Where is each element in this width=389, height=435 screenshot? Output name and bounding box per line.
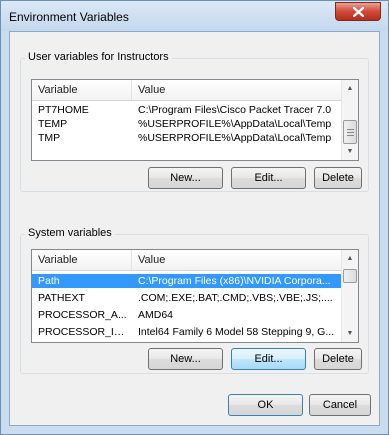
window-title: Environment Variables <box>9 10 129 24</box>
user-variables-scrollbar[interactable]: ▲ ▼ <box>341 80 358 160</box>
system-variables-scrollbar[interactable]: ▲ ▼ <box>341 250 358 342</box>
ok-button[interactable]: OK <box>228 394 303 416</box>
table-row[interactable]: TEMP %USERPROFILE%\AppData\Local\Temp <box>32 117 342 131</box>
system-variables-label: System variables <box>25 227 115 239</box>
scroll-up-arrow-icon[interactable]: ▲ <box>342 250 358 267</box>
system-delete-button[interactable]: Delete <box>314 348 362 370</box>
table-row-selected[interactable]: Path C:\Program Files (x86)\NVIDIA Corpo… <box>32 274 342 288</box>
user-delete-button[interactable]: Delete <box>314 167 362 189</box>
column-header-variable[interactable]: Variable <box>32 250 132 270</box>
scrollbar-thumb[interactable] <box>343 269 357 283</box>
value-cell: AMD64 <box>138 309 174 321</box>
table-row[interactable]: PROCESSOR_A... AMD64 <box>32 308 342 322</box>
dialog-client-area: User variables for Instructors Variable … <box>9 31 380 426</box>
table-row[interactable]: PROCESSOR_ID... Intel64 Family 6 Model 5… <box>32 325 342 339</box>
user-variables-group: User variables for Instructors Variable … <box>20 51 369 192</box>
close-button[interactable] <box>335 2 381 21</box>
scroll-down-arrow-icon[interactable]: ▼ <box>342 143 358 160</box>
variable-cell: TEMP <box>38 118 68 130</box>
user-variables-header: Variable Value <box>32 80 342 101</box>
user-variables-list[interactable]: Variable Value PT7HOME C:\Program Files\… <box>31 79 359 161</box>
value-cell: %USERPROFILE%\AppData\Local\Temp <box>138 118 332 130</box>
cancel-button[interactable]: Cancel <box>309 394 371 416</box>
column-header-value[interactable]: Value <box>132 80 342 100</box>
system-variables-header: Variable Value <box>32 250 342 271</box>
user-new-button[interactable]: New... <box>148 167 223 189</box>
column-header-value[interactable]: Value <box>132 250 342 270</box>
variable-cell: PT7HOME <box>38 104 89 116</box>
table-row[interactable]: PATHEXT .COM;.EXE;.BAT;.CMD;.VBS;.VBE;.J… <box>32 291 342 305</box>
variable-cell: TMP <box>38 132 61 144</box>
value-cell: C:\Program Files\Cisco Packet Tracer 7.0 <box>138 104 332 116</box>
table-row[interactable]: PT7HOME C:\Program Files\Cisco Packet Tr… <box>32 103 342 117</box>
value-cell: .COM;.EXE;.BAT;.CMD;.VBS;.VBE;.JS;.... <box>138 292 333 304</box>
table-row[interactable]: TMP %USERPROFILE%\AppData\Local\Temp <box>32 131 342 145</box>
scroll-up-arrow-icon[interactable]: ▲ <box>342 80 358 97</box>
system-edit-button[interactable]: Edit... <box>231 348 306 370</box>
variable-cell: PATHEXT <box>38 292 85 304</box>
variable-cell: PROCESSOR_A... <box>38 309 127 321</box>
variable-cell: PROCESSOR_ID... <box>38 326 130 338</box>
value-cell: %USERPROFILE%\AppData\Local\Temp <box>138 132 332 144</box>
scroll-down-arrow-icon[interactable]: ▼ <box>342 325 358 342</box>
environment-variables-dialog: Environment Variables User variables for… <box>0 0 389 435</box>
column-header-variable[interactable]: Variable <box>32 80 132 100</box>
user-variables-label: User variables for Instructors <box>25 51 172 63</box>
system-new-button[interactable]: New... <box>148 348 223 370</box>
title-bar[interactable]: Environment Variables <box>1 1 388 31</box>
system-variables-group: System variables Variable Value Path C:\… <box>20 227 369 374</box>
scrollbar-thumb[interactable] <box>343 120 357 144</box>
value-cell: Intel64 Family 6 Model 58 Stepping 9, G.… <box>138 326 335 338</box>
system-variables-list[interactable]: Variable Value Path C:\Program Files (x8… <box>31 249 359 343</box>
value-cell: C:\Program Files (x86)\NVIDIA Corpora... <box>138 275 331 287</box>
variable-cell: Path <box>38 275 60 287</box>
close-icon <box>353 7 364 17</box>
user-edit-button[interactable]: Edit... <box>231 167 306 189</box>
